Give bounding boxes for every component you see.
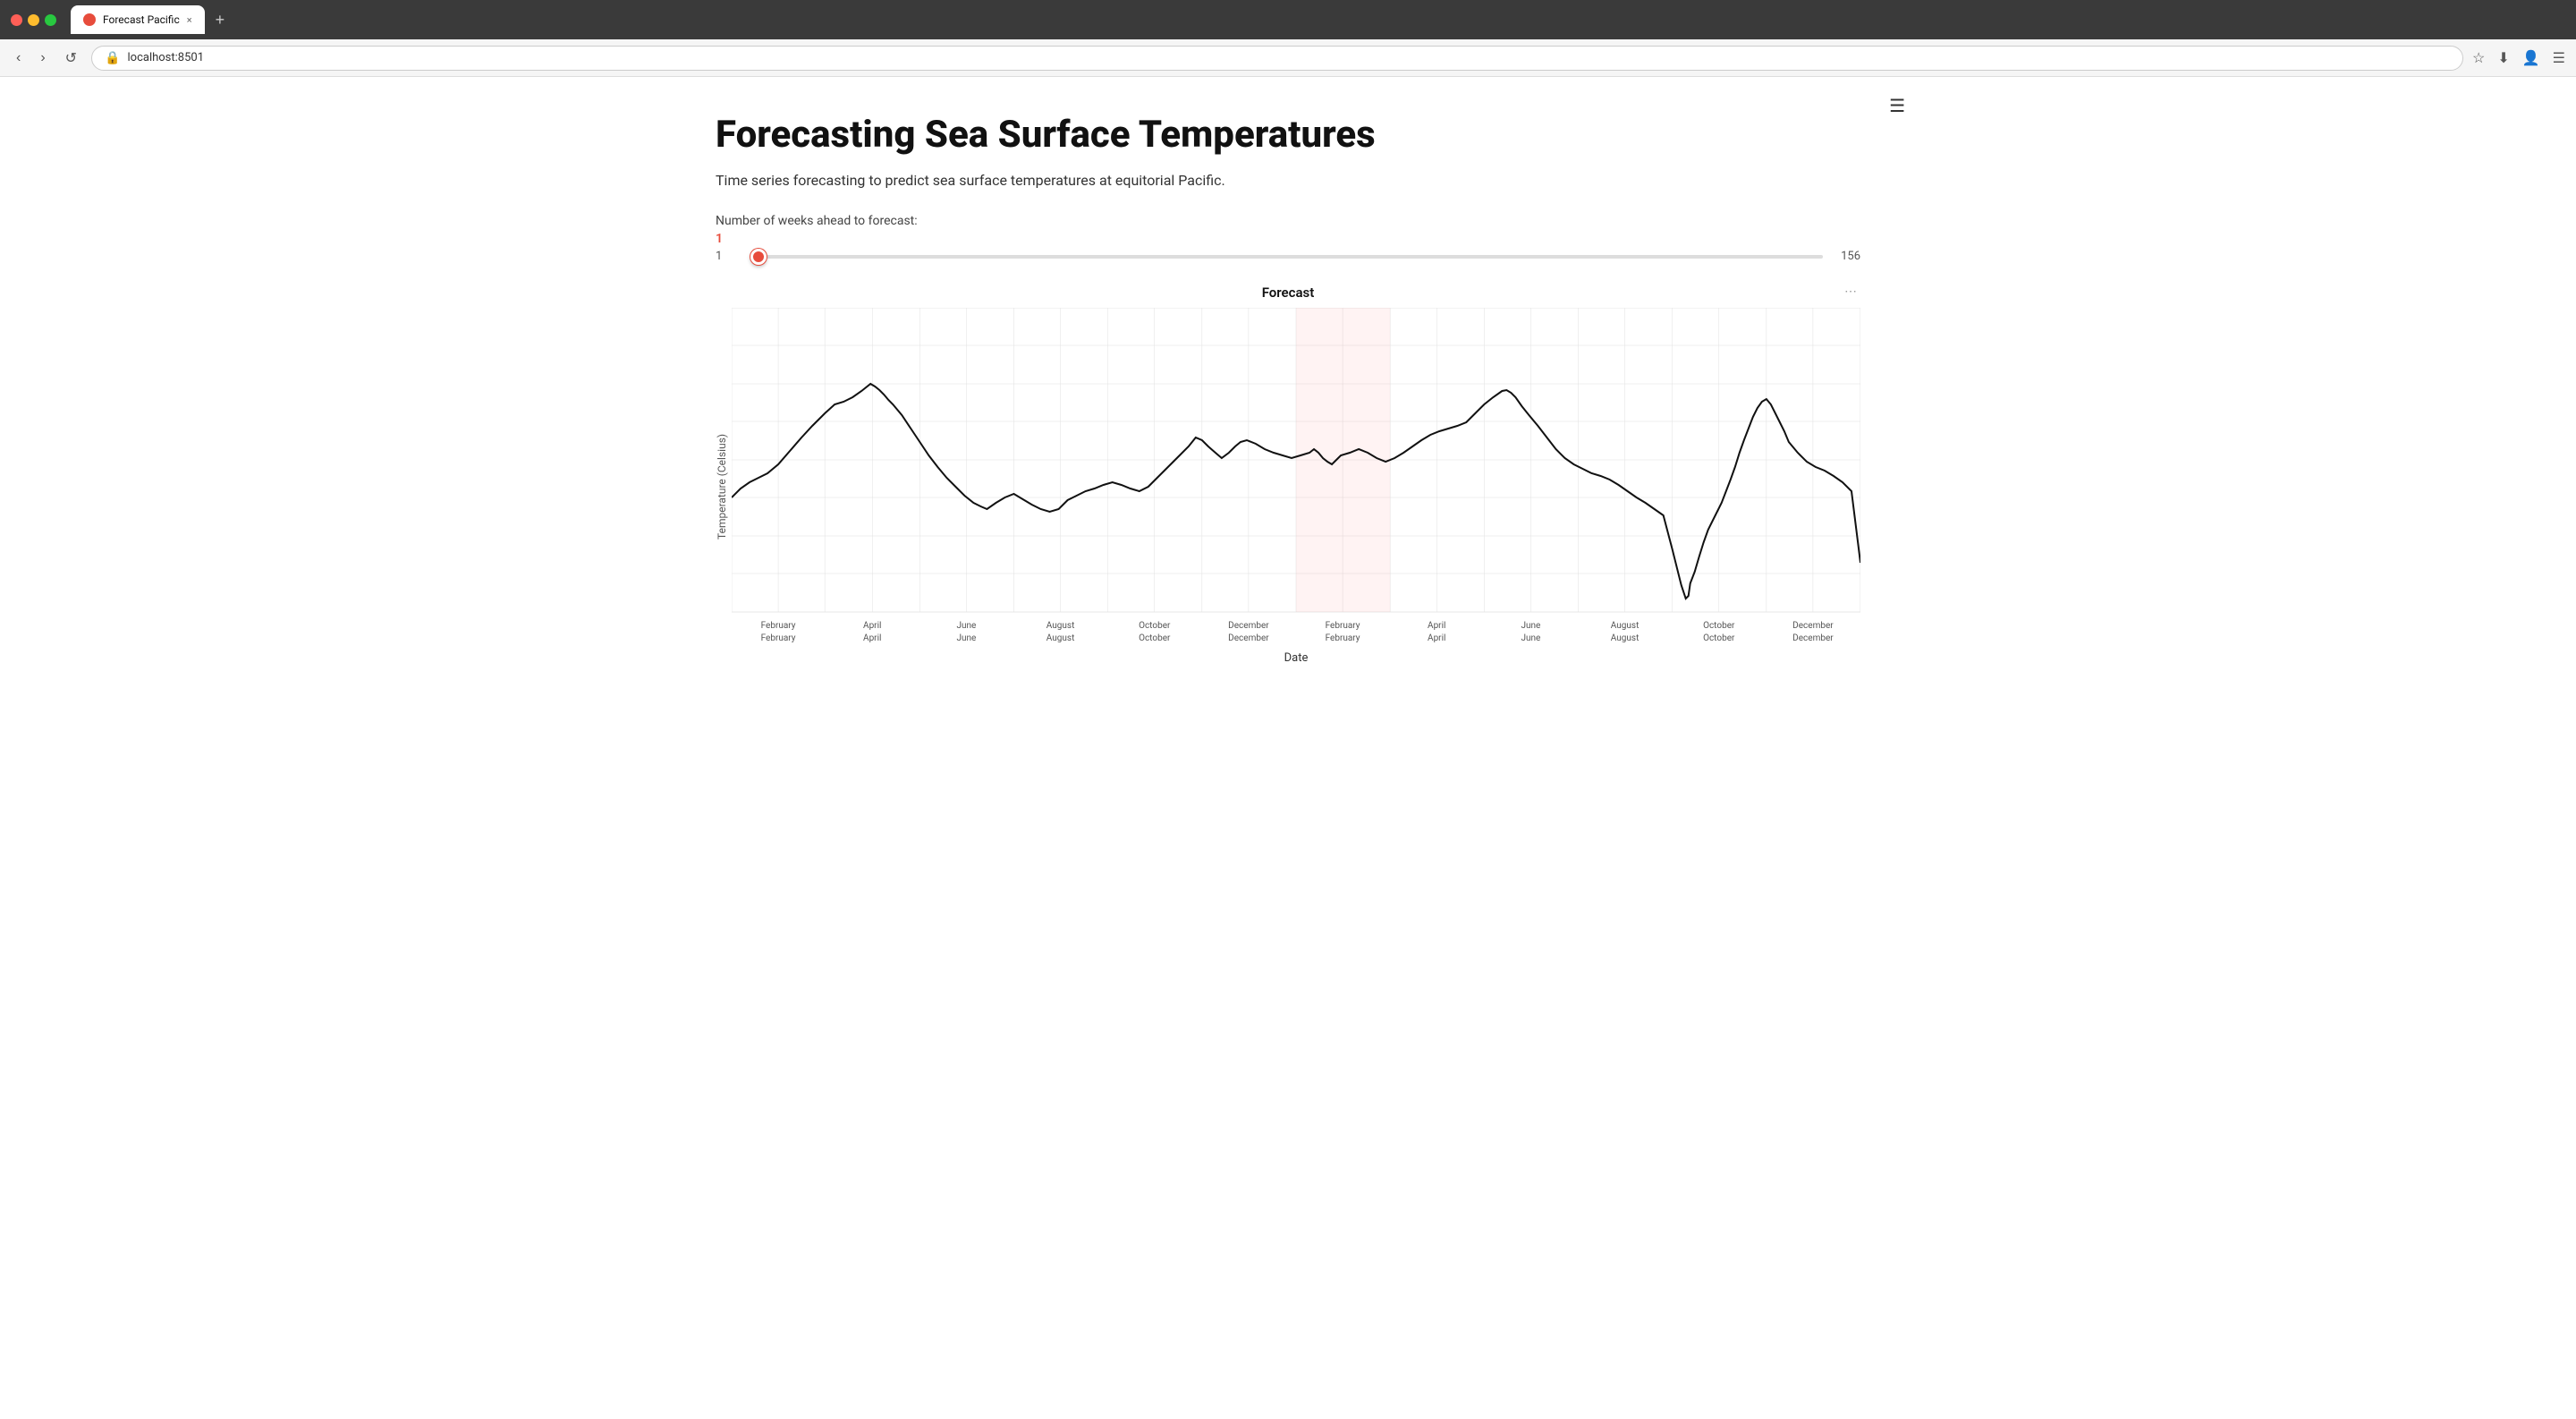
- svg-text:August: August: [1046, 633, 1075, 643]
- tab-close-button[interactable]: ×: [187, 14, 192, 26]
- tab-favicon: [83, 13, 96, 26]
- minimize-button[interactable]: [28, 14, 39, 26]
- slider-container: 1 156: [716, 250, 1860, 263]
- slider-max: 156: [1834, 250, 1860, 263]
- svg-text:October: October: [1139, 621, 1171, 630]
- menu-icon[interactable]: ☰: [2553, 49, 2565, 66]
- svg-text:October: October: [1703, 633, 1735, 643]
- svg-text:June: June: [1521, 621, 1540, 630]
- url-text: localhost:8501: [128, 51, 205, 64]
- nav-icons: ☆ ⬇ 👤 ☰: [2472, 49, 2565, 66]
- page-subtitle: Time series forecasting to predict sea s…: [716, 172, 1860, 189]
- browser-chrome: Forecast Pacific × +: [0, 0, 2576, 39]
- svg-text:December: December: [1228, 633, 1269, 643]
- security-icon: 🔒: [105, 51, 120, 65]
- svg-text:April: April: [863, 621, 881, 630]
- svg-text:February: February: [1326, 621, 1360, 630]
- close-button[interactable]: [11, 14, 22, 26]
- svg-text:June: June: [956, 633, 976, 643]
- slider-label: Number of weeks ahead to forecast:: [716, 214, 1860, 228]
- address-bar[interactable]: 🔒 localhost:8501: [91, 46, 2463, 71]
- svg-text:February: February: [761, 633, 796, 643]
- chart-wrapper: Temperature (Celsius) 30.0: [716, 308, 1860, 665]
- x-axis-label: Date: [732, 651, 1860, 665]
- refresh-button[interactable]: ↺: [60, 46, 82, 71]
- traffic-lights: [11, 14, 56, 26]
- slider-track[interactable]: [753, 255, 1823, 259]
- tab-bar: Forecast Pacific × +: [71, 5, 2565, 34]
- chart-area: 30.0 29.5 29.0 28.5 28.0 27.5 27.0 26.5 …: [732, 308, 1860, 665]
- back-button[interactable]: ‹: [11, 47, 26, 70]
- slider-thumb[interactable]: [750, 249, 767, 265]
- page-title: Forecasting Sea Surface Temperatures: [716, 113, 1860, 157]
- browser-tab[interactable]: Forecast Pacific ×: [71, 5, 205, 34]
- forecast-chart: 30.0 29.5 29.0 28.5 28.0 27.5 27.0 26.5 …: [732, 308, 1860, 630]
- chart-section: Forecast ⋯ Temperature (Celsius): [716, 285, 1860, 665]
- sidebar-toggle[interactable]: ☰: [1889, 95, 1905, 116]
- svg-text:December: December: [1792, 633, 1834, 643]
- svg-text:June: June: [956, 621, 976, 630]
- svg-text:December: December: [1792, 621, 1834, 630]
- account-icon[interactable]: 👤: [2522, 49, 2540, 66]
- svg-text:June: June: [1521, 633, 1540, 643]
- chart-title: Forecast: [716, 285, 1860, 301]
- svg-text:August: August: [1611, 621, 1640, 630]
- svg-text:February: February: [761, 621, 796, 630]
- slider-value: 1: [716, 232, 1860, 246]
- svg-text:December: December: [1228, 621, 1269, 630]
- svg-text:October: October: [1703, 621, 1735, 630]
- bookmark-icon[interactable]: ☆: [2472, 49, 2485, 66]
- slider-section: Number of weeks ahead to forecast: 1 1 1…: [716, 214, 1860, 263]
- chart-menu-icon[interactable]: ⋯: [1844, 285, 1857, 299]
- svg-text:August: August: [1046, 621, 1075, 630]
- tab-title: Forecast Pacific: [103, 13, 180, 26]
- nav-bar: ‹ › ↺ 🔒 localhost:8501 ☆ ⬇ 👤 ☰: [0, 39, 2576, 77]
- slider-min: 1: [716, 250, 742, 263]
- svg-text:February: February: [1326, 633, 1360, 643]
- svg-text:August: August: [1611, 633, 1640, 643]
- page-content: ☰ Forecasting Sea Surface Temperatures T…: [644, 77, 1932, 718]
- new-tab-button[interactable]: +: [208, 7, 233, 33]
- svg-text:April: April: [863, 633, 881, 643]
- download-icon[interactable]: ⬇: [2497, 49, 2509, 66]
- svg-text:April: April: [1428, 633, 1445, 643]
- svg-text:October: October: [1139, 633, 1171, 643]
- y-axis-label: Temperature (Celsius): [716, 308, 728, 665]
- maximize-button[interactable]: [45, 14, 56, 26]
- svg-text:April: April: [1428, 621, 1445, 630]
- forward-button[interactable]: ›: [35, 47, 50, 70]
